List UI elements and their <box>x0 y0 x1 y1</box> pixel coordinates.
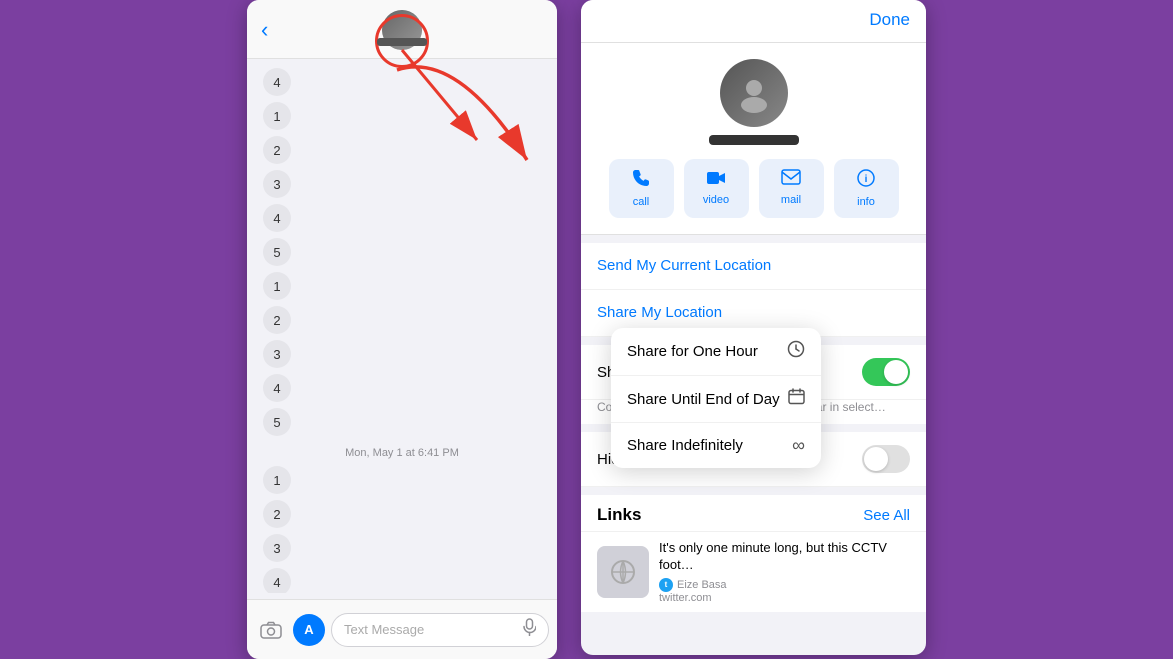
num-row: 3 <box>247 337 557 371</box>
share-indefinitely-option[interactable]: Share Indefinitely ∞ <box>611 423 821 468</box>
call-label: call <box>633 196 650 208</box>
link-title: It's only one minute long, but this CCTV… <box>659 540 910 574</box>
info-icon: i <box>857 169 875 192</box>
num-row: 3 <box>247 531 557 565</box>
link-author: Eize Basa <box>677 579 727 591</box>
num-circle: 5 <box>263 408 291 436</box>
num-circle: 1 <box>263 272 291 300</box>
send-location-text: Send My Current Location <box>597 257 771 274</box>
call-icon <box>632 169 650 192</box>
bubble-rows: 4 1 2 3 4 5 1 <box>247 59 557 593</box>
clock-icon <box>787 340 805 363</box>
location-section: Send My Current Location Share My Locati… <box>581 243 926 337</box>
share-end-of-day-option[interactable]: Share Until End of Day <box>611 376 821 423</box>
mail-button[interactable]: mail <box>759 159 824 218</box>
calendar-icon <box>788 388 805 410</box>
num-row: 5 <box>247 405 557 439</box>
link-domain-row: t Eize Basa <box>659 578 910 592</box>
link-domain: twitter.com <box>659 592 910 604</box>
num-circle: 2 <box>263 136 291 164</box>
num-circle: 4 <box>263 374 291 402</box>
num-row: 3 <box>247 167 557 201</box>
contact-avatar-large <box>720 59 788 127</box>
num-circle: 2 <box>263 306 291 334</box>
camera-button[interactable] <box>255 614 287 646</box>
num-row: 2 <box>247 497 557 531</box>
num-row: 4 <box>247 371 557 405</box>
infinity-icon: ∞ <box>792 435 805 456</box>
share-end-of-day-label: Share Until End of Day <box>627 391 780 408</box>
num-row: 4 <box>247 201 557 235</box>
contact-section: call video <box>581 43 926 235</box>
num-circle: 4 <box>263 68 291 96</box>
num-circle: 3 <box>263 170 291 198</box>
info-label: info <box>857 196 875 208</box>
link-content: It's only one minute long, but this CCTV… <box>659 540 910 604</box>
send-location-row[interactable]: Send My Current Location <box>581 243 926 290</box>
num-circle: 1 <box>263 466 291 494</box>
share-one-hour-label: Share for One Hour <box>627 343 758 360</box>
num-circle: 5 <box>263 238 291 266</box>
timestamp: Mon, May 1 at 6:41 PM <box>247 439 557 463</box>
show-toggle[interactable] <box>862 358 910 386</box>
messages-body: 4 1 2 3 4 5 1 <box>247 59 557 593</box>
num-row: 1 <box>247 99 557 133</box>
contact-actions: call video <box>597 159 910 218</box>
info-button[interactable]: i info <box>834 159 899 218</box>
right-contact-panel: Done <box>581 0 926 655</box>
input-placeholder-text: Text Message <box>344 622 424 637</box>
twitter-logo: t <box>659 578 673 592</box>
contact-name-redacted <box>377 38 427 46</box>
link-item[interactable]: It's only one minute long, but this CCTV… <box>581 531 926 612</box>
link-thumbnail <box>597 546 649 598</box>
num-row: 1 <box>247 269 557 303</box>
panel-header: Done <box>581 0 926 43</box>
appstore-button[interactable]: A <box>293 614 325 646</box>
call-button[interactable]: call <box>609 159 674 218</box>
mic-icon <box>523 618 536 641</box>
num-circle: 3 <box>263 534 291 562</box>
num-row: 2 <box>247 133 557 167</box>
svg-text:i: i <box>865 174 868 185</box>
share-indefinitely-label: Share Indefinitely <box>627 437 743 454</box>
mail-icon <box>781 169 801 190</box>
messages-header: ‹ <box>247 0 557 59</box>
num-circle: 2 <box>263 500 291 528</box>
share-location-text: Share My Location <box>597 304 722 321</box>
video-label: video <box>703 194 729 206</box>
num-circle: 4 <box>263 204 291 232</box>
message-input-bar: A Text Message <box>247 599 557 659</box>
num-row: 4 <box>247 565 557 593</box>
num-row: 5 <box>247 235 557 269</box>
done-button[interactable]: Done <box>869 10 910 30</box>
num-row: 2 <box>247 303 557 337</box>
num-circle: 1 <box>263 102 291 130</box>
message-text-input[interactable]: Text Message <box>331 613 549 647</box>
back-button[interactable]: ‹ <box>261 17 268 43</box>
video-icon <box>706 169 726 190</box>
share-one-hour-option[interactable]: Share for One Hour <box>611 328 821 376</box>
see-all-button[interactable]: See All <box>863 507 910 524</box>
links-section: Links See All It's only on <box>581 495 926 612</box>
hide-alerts-toggle[interactable] <box>862 445 910 473</box>
mail-label: mail <box>781 194 801 206</box>
share-location-dropdown: Share for One Hour Share Until End of Da… <box>611 328 821 468</box>
contact-name-redacted <box>709 135 799 145</box>
links-title: Links <box>597 505 641 525</box>
num-circle: 4 <box>263 568 291 593</box>
num-circle: 3 <box>263 340 291 368</box>
links-header: Links See All <box>581 495 926 531</box>
num-row: 4 <box>247 65 557 99</box>
video-button[interactable]: video <box>684 159 749 218</box>
left-phone-screenshot: ‹ 4 1 2 <box>247 0 557 659</box>
num-row: 1 <box>247 463 557 497</box>
